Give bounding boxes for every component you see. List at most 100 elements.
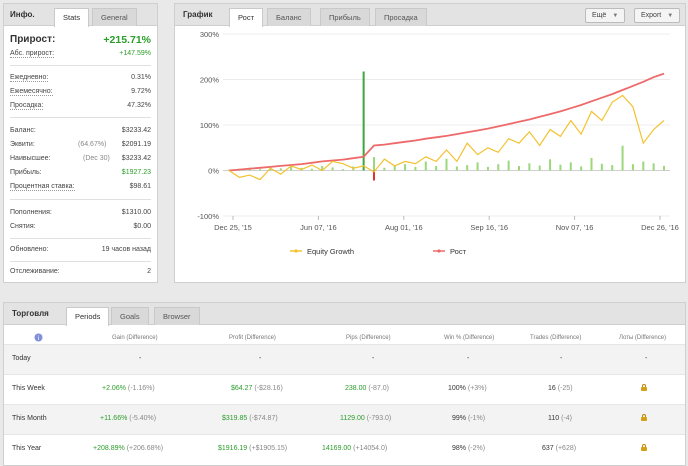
drawdown-label[interactable]: Просадка: — [10, 102, 44, 110]
divider — [10, 65, 151, 66]
highest-value: $3233.42 — [121, 155, 151, 162]
tab-periods[interactable]: Periods — [66, 307, 110, 326]
trade-bar — [383, 167, 386, 171]
trading-panel: Торговля Periods Goals Browser i Gain (D… — [3, 302, 686, 466]
x-tick-label: Jun 07, '16 — [300, 223, 336, 232]
tab-browser[interactable]: Browser — [154, 307, 200, 325]
trade-bar — [414, 166, 417, 171]
trade-bar — [310, 168, 313, 171]
trade-bar — [424, 161, 427, 171]
col-pips[interactable]: Pips (Difference) — [346, 335, 391, 341]
tab-general[interactable]: General — [92, 8, 137, 26]
abs-gain-value: +147.59% — [119, 50, 151, 57]
profit-cell: - — [259, 355, 262, 362]
chart-title: График — [183, 10, 213, 19]
updated-label: Обновлено: — [10, 246, 49, 253]
daily-value: 0.31% — [131, 74, 151, 81]
trade-bar — [445, 158, 448, 171]
tab-goals[interactable]: Goals — [111, 307, 149, 325]
interest-label[interactable]: Процентная ставка: — [10, 183, 75, 191]
trade-bar — [569, 162, 572, 171]
chevron-down-icon: ▼ — [667, 13, 674, 19]
tab-balance[interactable]: Баланс — [267, 8, 311, 26]
trades-diff: (-4) — [561, 415, 573, 422]
balance-label: Баланс: — [10, 127, 36, 134]
gain-diff: (-1.16%) — [127, 385, 155, 392]
row-label: Today — [12, 355, 31, 362]
trade-bar — [590, 157, 593, 171]
pips-cell: - — [372, 355, 375, 362]
pips-diff: (-87.0) — [368, 385, 389, 392]
abs-gain-label[interactable]: Абс. прирост: — [10, 50, 55, 58]
trades-cell: - — [560, 355, 563, 362]
updated-value: 19 часов назад — [101, 246, 151, 253]
gain-cell: +208.89% — [93, 445, 125, 452]
trade-bar — [559, 164, 562, 171]
win-cell: 99% — [452, 415, 467, 422]
trade-bar — [435, 166, 438, 171]
trade-bar — [518, 166, 520, 171]
tracking-label: Отслеживание: — [10, 268, 60, 275]
y-tick-label: 100% — [200, 121, 220, 130]
trades-diff: (-25) — [557, 385, 573, 392]
gain-diff: (+206.68%) — [126, 445, 164, 452]
row-label: This Month — [12, 415, 47, 422]
trading-title: Торговля — [12, 309, 49, 318]
win-cell: - — [467, 355, 470, 362]
trade-bar — [538, 165, 541, 171]
gain-diff: (-5.40%) — [129, 415, 157, 422]
trade-bar — [486, 166, 489, 171]
trade-bar — [466, 165, 469, 171]
tracking-value: 2 — [147, 268, 151, 275]
profit-diff: (-$28.16) — [254, 385, 283, 392]
export-button[interactable]: Export ▼ — [634, 8, 681, 23]
tab-drawdown[interactable]: Просадка — [375, 8, 427, 26]
monthly-value: 9.72% — [131, 88, 151, 95]
tab-profit[interactable]: Прибыль — [320, 8, 370, 26]
col-lots[interactable]: Лоты (Difference) — [619, 335, 666, 341]
equity-value: $2091.19 — [121, 141, 151, 148]
trade-bar — [611, 165, 614, 171]
col-profit[interactable]: Profit (Difference) — [229, 335, 276, 341]
view-more-button[interactable]: Ещё ▼ — [585, 8, 626, 23]
lots-cell: - — [645, 355, 648, 362]
daily-label[interactable]: Ежедневно: — [10, 74, 49, 82]
deposits-label: Пополнения: — [10, 209, 52, 216]
withdrawals-label: Снятия: — [10, 223, 36, 230]
row-label: This Week — [12, 385, 45, 392]
balance-value: $3233.42 — [121, 127, 151, 134]
gain-value: +215.71% — [103, 34, 151, 46]
y-tick-label: 0% — [208, 167, 219, 176]
x-tick-label: Dec 25, '15 — [214, 223, 252, 232]
col-gain[interactable]: Gain (Difference) — [112, 335, 158, 341]
chevron-down-icon: ▼ — [612, 13, 619, 19]
x-tick-label: Sep 16, '16 — [470, 223, 508, 232]
legend-marker — [294, 249, 298, 253]
legend-marker — [437, 249, 441, 253]
trades-cell: 637 — [542, 445, 554, 452]
tab-stats[interactable]: Stats — [54, 8, 90, 27]
trade-bar — [528, 163, 531, 171]
info-icon[interactable]: i — [34, 333, 43, 344]
profit-cell: $319.85 — [222, 415, 248, 422]
chart-panel: График Рост Баланс Прибыль Просадка Ещё ▼… — [174, 3, 686, 283]
highest-label: Наивысшее: — [10, 155, 51, 162]
pips-diff: (-793.0) — [366, 415, 392, 422]
trade-bar — [642, 161, 645, 171]
trade-bar — [497, 164, 500, 171]
trade-bar — [404, 164, 407, 171]
col-trades[interactable]: Trades (Difference) — [530, 335, 581, 341]
legend-label: Equity Growth — [307, 247, 354, 256]
lock-icon — [641, 444, 647, 451]
info-tabbar: Инфо. Stats General — [4, 4, 157, 27]
equity-label: Эквити: — [10, 141, 35, 148]
profit-diff: (+$1905.15) — [249, 445, 288, 452]
y-tick-label: 300% — [200, 30, 220, 39]
col-win[interactable]: Win % (Difference) — [444, 335, 494, 341]
monthly-label[interactable]: Ежемесячно: — [10, 88, 53, 96]
interest-value: $98.61 — [129, 183, 151, 190]
growth-series-line — [228, 72, 665, 172]
tab-growth[interactable]: Рост — [229, 8, 264, 27]
x-tick-label: Aug 01, '16 — [385, 223, 423, 232]
x-tick-label: Dec 26, '16 — [641, 223, 679, 232]
